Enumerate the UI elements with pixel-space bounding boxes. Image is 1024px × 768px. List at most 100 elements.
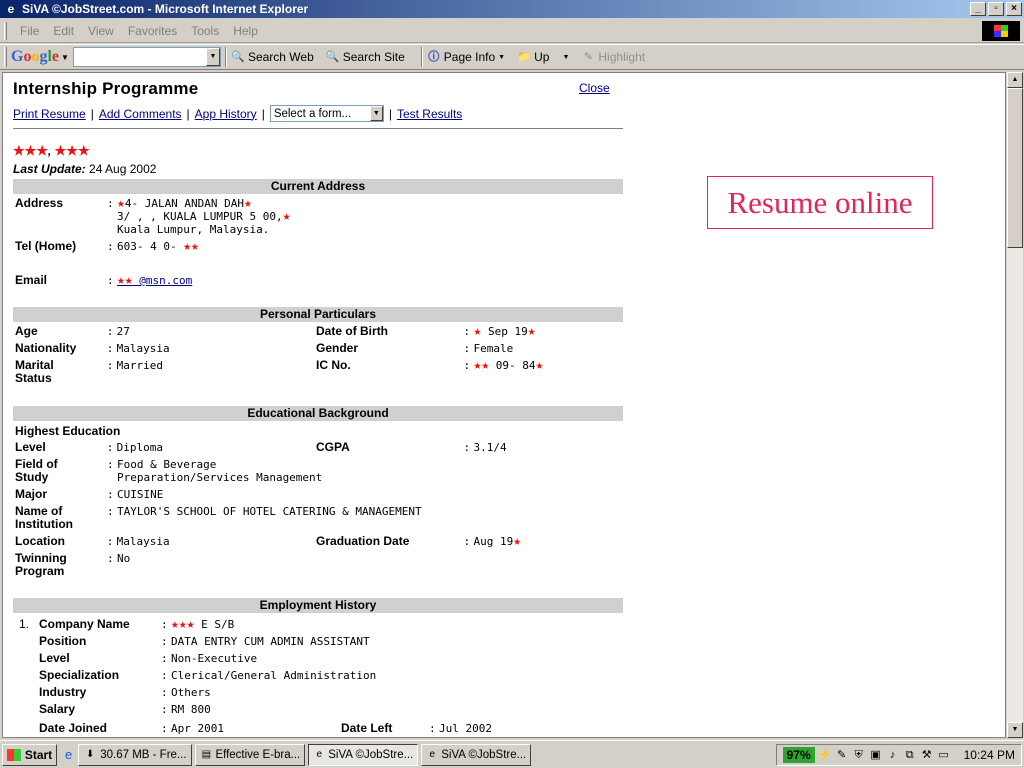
last-update: Last Update: 24 Aug 2002 (13, 162, 157, 176)
window-title: SiVA ©JobStreet.com - Microsoft Internet… (22, 2, 309, 16)
location-grad-row: Location : Malaysia Graduation Date : Au… (15, 534, 522, 549)
video-icon[interactable]: ▣ (869, 748, 883, 762)
test-results-link[interactable]: Test Results (397, 107, 462, 121)
nationality-gender-row: Nationality : Malaysia Gender : Female (15, 341, 514, 356)
address-line-3: Kuala Lumpur, Malaysia. (117, 223, 270, 236)
resume-online-label: Resume online (707, 176, 933, 229)
address-row: Address : ★4- JALAN ANDAN DAH★ 3/ , , KU… (15, 196, 291, 237)
tools-icon[interactable]: ⚒ (920, 748, 934, 762)
clock[interactable]: 10:24 PM (964, 748, 1015, 762)
windows-flag-icon (6, 748, 21, 761)
section-personal: Personal Particulars (13, 307, 623, 322)
task-download[interactable]: ⬇ 30.67 MB - Fre... (78, 743, 193, 766)
app-history-link[interactable]: App History (195, 107, 257, 121)
windows-throbber-icon (982, 21, 1020, 41)
search-dropdown-icon[interactable]: ▼ (205, 48, 220, 66)
ie-page-icon: e (429, 748, 436, 760)
scroll-down-button[interactable]: ▼ (1007, 722, 1023, 738)
menu-edit[interactable]: Edit (46, 24, 81, 38)
power-plug-icon[interactable]: ⚡ (818, 748, 832, 762)
marital-ic-row: Marital Status : Married IC No. : ★★ 09- … (15, 358, 544, 385)
emp-level-row: Level : Non-Executive (39, 651, 258, 666)
taskbar: Start e ⬇ 30.67 MB - Fre... ▤ Effective … (0, 740, 1024, 768)
google-logo-button[interactable]: Go o g l e ▼ (11, 48, 69, 66)
add-comments-link[interactable]: Add Comments (99, 107, 182, 121)
divider (13, 128, 623, 129)
twinning-row: Twinning Program : No (15, 551, 131, 578)
menu-tools[interactable]: Tools (184, 24, 226, 38)
resume-actions: Print Resume | Add Comments | App Histor… (13, 105, 463, 122)
scroll-thumb[interactable] (1007, 88, 1023, 248)
dates-row: Date Joined : Apr 2001 Date Left : Jul 2… (39, 721, 492, 736)
quick-launch: e (65, 747, 72, 762)
email-link[interactable]: ★★ @msn.com (117, 274, 317, 287)
start-button[interactable]: Start (2, 743, 57, 766)
toolbar-grip[interactable] (4, 47, 7, 67)
ie-logo-icon: e (7, 2, 15, 16)
chevron-down-icon: ▼ (61, 52, 69, 62)
speaker-icon[interactable]: ♪ (886, 748, 900, 762)
section-employment: Employment History (13, 598, 623, 613)
level-cgpa-row: Level : Diploma CGPA : 3.1/4 (15, 440, 507, 455)
shield-icon[interactable]: ⛨ (852, 748, 866, 762)
highlighter-icon: ✎ (583, 51, 593, 63)
address-line-1: ★4- JALAN ANDAN DAH★ (117, 196, 252, 211)
specialization-row: Specialization : Clerical/General Admini… (39, 668, 377, 683)
salary-row: Salary : RM 800 (39, 702, 211, 717)
menu-view[interactable]: View (81, 24, 121, 38)
document-icon: ▤ (201, 748, 212, 760)
company-row: 1. Company Name : ★★★ E S/B (19, 617, 235, 632)
position-row: Position : DATA ENTRY CUM ADMIN ASSISTAN… (39, 634, 370, 649)
close-link[interactable]: Close (579, 81, 610, 95)
up-button[interactable]: 📁 Up ▼ (517, 50, 569, 64)
search-site-icon: 🔍 (325, 51, 340, 63)
page-info-button[interactable]: ⓘ Page Info ▼ (427, 50, 505, 64)
institution-row: Name of Institution : TAYLOR'S SCHOOL OF … (15, 504, 422, 531)
task-siva-1[interactable]: e SiVA ©JobStre... (308, 743, 419, 766)
search-web-button[interactable]: 🔍 Search Web (231, 50, 314, 64)
battery-indicator[interactable]: 97% (782, 747, 815, 763)
field-row: Field of Study : Food & Beverage Preparati… (15, 457, 323, 485)
task-siva-2[interactable]: e SiVA ©JobStre... (421, 743, 532, 766)
google-search-input[interactable]: ▼ (72, 47, 221, 67)
chevron-down-icon: ▼ (498, 53, 506, 61)
menu-file[interactable]: File (13, 24, 46, 38)
task-ebrand[interactable]: ▤ Effective E-bra... (195, 743, 306, 766)
search-web-icon: 🔍 (231, 51, 245, 63)
redaction-star-icon: ★ (13, 143, 25, 158)
page-title: Internship Programme (13, 79, 199, 98)
section-education: Educational Background (13, 406, 623, 421)
chevron-down-icon: ▼ (562, 53, 570, 61)
chevron-down-icon: ▼ (369, 106, 383, 121)
menu-bar: File Edit View Favorites Tools Help (0, 19, 1024, 43)
email-row: Email : ★★ @msn.com (13, 274, 623, 288)
system-tray: 97% ⚡ ✎ ⛨ ▣ ♪ ⧉ ⚒ ▭ 10:24 PM (775, 744, 1022, 766)
highest-education-label: Highest Education (15, 424, 121, 438)
monitor-icon[interactable]: ▭ (937, 748, 951, 762)
age-dob-row: Age : 27 Date of Birth : ★ Sep 19★ (15, 324, 536, 339)
maximize-button[interactable]: ▫ (988, 2, 1004, 16)
tray-app-icon[interactable]: ✎ (835, 748, 849, 762)
minimize-button[interactable]: _ (970, 2, 986, 16)
ie-quicklaunch-icon[interactable]: e (65, 747, 72, 762)
close-window-button[interactable]: × (1006, 2, 1022, 16)
search-site-button[interactable]: 🔍 Search Site (326, 50, 405, 64)
google-toolbar: Go o g l e ▼ ▼ 🔍 Search Web 🔍 Search Site ⓘ P… (0, 44, 1024, 70)
ie-page-icon: e (316, 748, 323, 760)
menu-grip[interactable] (4, 21, 7, 40)
menu-favorites[interactable]: Favorites (121, 24, 184, 38)
select-form-dropdown[interactable]: Select a form... ▼ (269, 105, 384, 122)
print-resume-link[interactable]: Print Resume (13, 107, 86, 121)
vertical-scrollbar[interactable]: ▲ ▼ (1006, 72, 1023, 738)
major-row: Major : CUISINE (15, 487, 164, 502)
info-icon: ⓘ (428, 51, 440, 63)
scroll-up-button[interactable]: ▲ (1007, 72, 1023, 88)
resume-page: Internship Programme Close Print Resume … (13, 79, 623, 735)
menu-help[interactable]: Help (226, 24, 265, 38)
window-title-bar[interactable]: e SiVA ©JobStreet.com - Microsoft Intern… (0, 0, 1024, 18)
tel-row: Tel (Home) : 603- 4 0- ★★ (15, 239, 199, 254)
highlight-button[interactable]: ✎ Highlight (581, 50, 645, 64)
employment-entry: 1. Company Name : ★★★ E S/B Position : D… (13, 617, 623, 736)
address-line-2: 3/ , , KUALA LUMPUR 5 00,★ (117, 209, 291, 224)
network-icon[interactable]: ⧉ (903, 748, 917, 762)
